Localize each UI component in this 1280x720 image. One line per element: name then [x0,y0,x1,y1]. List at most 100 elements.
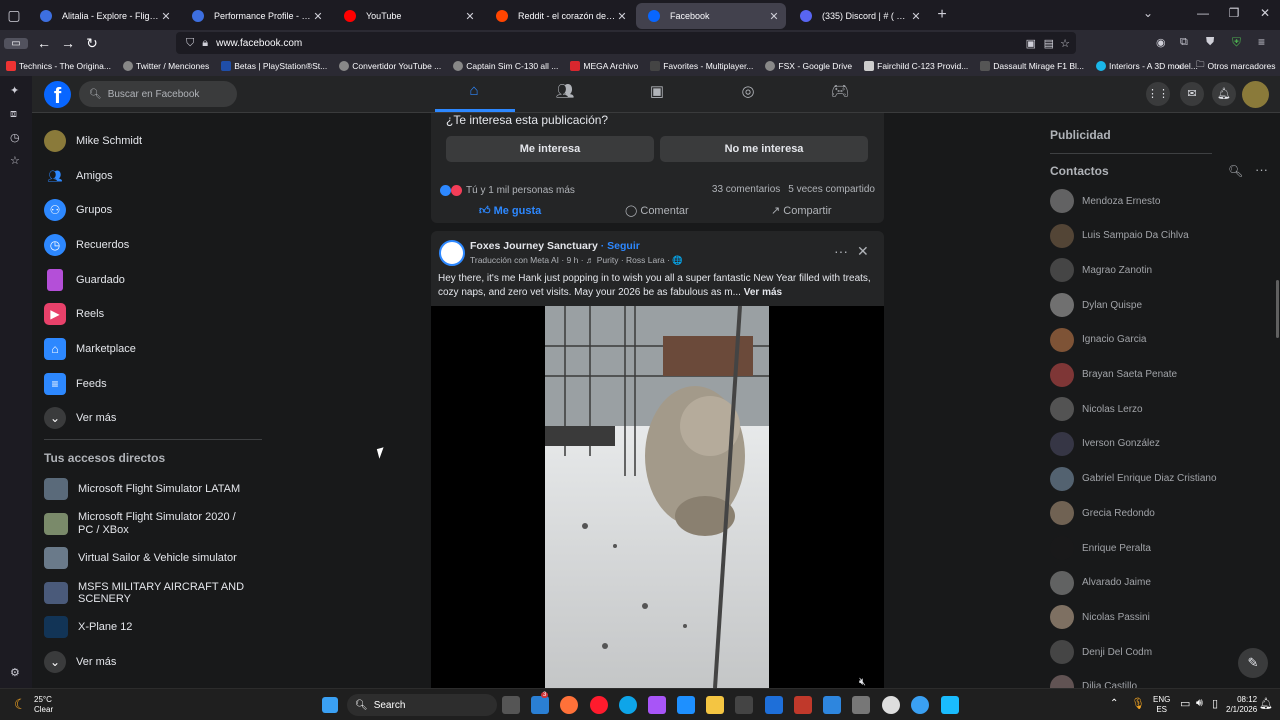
messenger-icon[interactable]: ✉ [1180,82,1204,106]
more-options-icon[interactable]: ··· [1255,162,1268,177]
app-icon[interactable] [911,696,929,714]
taskbar-search[interactable]: 🔍︎ Search [347,694,497,716]
scrollbar-thumb[interactable] [1276,280,1279,338]
app-icon[interactable] [882,696,900,714]
not-interested-button[interactable]: No me interesa [660,136,868,162]
sidebar-toggle-icon[interactable]: ▭ [4,37,28,49]
shortcut-item[interactable]: Microsoft Flight Simulator 2020 / PC / X… [44,509,274,539]
nav-item-profile[interactable]: Mike Schmidt [44,126,274,156]
contact-item[interactable]: Denji Del Codm [1050,637,1152,667]
firefox-icon[interactable] [560,696,578,714]
browser-tab[interactable]: YouTube ✕ [332,3,482,29]
profile-avatar[interactable] [1242,81,1269,108]
forward-icon[interactable]: → [56,35,80,51]
nav-item-see-more[interactable]: ⌄ Ver más [44,403,274,433]
shortcuts-see-more[interactable]: ⌄ Ver más [44,647,274,677]
see-more-link[interactable]: Ver más [744,287,782,298]
nav-item-marketplace[interactable]: ⌂ Marketplace [44,334,274,364]
nav-groups-icon[interactable]: ◎ [728,82,768,100]
contact-item[interactable]: Gabriel Enrique Diaz Cristiano [1050,464,1217,494]
bookmark-item[interactable]: Captain Sim C-130 all ... [453,61,558,71]
more-bookmarks-chevron-icon[interactable]: » [1177,61,1182,71]
tab-close-icon[interactable]: ✕ [312,10,324,23]
tray-chevron-icon[interactable]: ⌃ [1110,698,1118,709]
weather-moon-icon[interactable]: ☾ [14,696,27,713]
sidebar-settings-gear-icon[interactable]: ⚙ [10,666,20,679]
reactions-summary[interactable]: Tú y 1 mil personas más [440,185,575,196]
close-icon[interactable]: ✕ [857,243,869,260]
contact-item[interactable]: Grecia Redondo [1050,498,1155,528]
contact-item[interactable]: Mendoza Ernesto [1050,186,1160,216]
bookmark-item[interactable]: Dassault Mirage F1 Bl... [980,61,1084,71]
bookmark-item[interactable]: Interiors - A 3D model... [1096,61,1198,71]
tab-list-chevron-icon[interactable]: ⌄ [1133,6,1163,20]
opera-icon[interactable] [590,696,608,714]
picture-in-picture-icon[interactable]: ▣ [1026,37,1036,50]
bookmark-item[interactable]: Favorites - Multiplayer... [650,61,753,71]
comments-count[interactable]: 33 comentarios [712,184,780,195]
like-button[interactable]: 👍︎ Me gusta [479,204,541,217]
clock[interactable]: 08:12 2/1/2026 [1226,695,1257,715]
lock-icon[interactable]: 🔒︎ [202,37,208,50]
browser-tab[interactable]: Reddit - el corazón de la conve✕ [484,3,634,29]
microphone-icon[interactable]: 🎙︎ [1131,697,1145,710]
share-button[interactable]: ↗ Compartir [771,204,832,217]
battery-icon[interactable]: ▯ [1212,697,1218,710]
windows-start-icon[interactable] [322,697,338,713]
shortcut-item[interactable]: MSFS MILITARY AIRCRAFT AND SCENERY [44,578,274,608]
nav-home-icon[interactable]: ⌂ [454,82,494,99]
bookmark-star-icon[interactable]: ☆ [1060,37,1070,50]
edge-icon[interactable] [619,696,637,714]
url-bar[interactable]: ⛉ 🔒︎ www.facebook.com ▣ ▤ ☆ [176,32,1076,54]
tab-close-icon[interactable]: ✕ [464,10,476,23]
nav-item-reels[interactable]: ▶ Reels [44,299,274,329]
store-icon[interactable] [735,696,753,714]
shortcut-item[interactable]: Microsoft Flight Simulator LATAM [44,474,274,504]
tab-close-icon[interactable]: ✕ [616,10,628,23]
contact-item[interactable]: Dylan Quispe [1050,290,1142,320]
mail-app-icon[interactable] [531,696,549,714]
nav-item-groups[interactable]: ⚇ Grupos [44,195,274,225]
tab-close-icon[interactable]: ✕ [160,10,172,23]
contact-item[interactable]: Luis Sampaio Da Cihlva [1050,221,1189,251]
shield-extension-icon[interactable]: ⛊ [1206,36,1214,49]
menu-grid-icon[interactable]: ⋮⋮ [1146,82,1170,106]
nav-video-icon[interactable]: ▣ [637,82,677,100]
tab-close-icon[interactable]: ✕ [768,10,780,23]
bookmark-item[interactable]: FSX - Google Drive [765,61,852,71]
contact-item[interactable]: Iverson González [1050,429,1160,459]
reload-icon[interactable]: ↻ [80,35,104,52]
history-icon[interactable]: ◷ [10,131,20,144]
video-player[interactable]: 🔇︎ [431,305,884,689]
more-options-icon[interactable]: ··· [834,243,848,259]
new-message-compose-icon[interactable]: ✎ [1238,648,1268,678]
browser-tab[interactable]: Alitalia - Explore - Flightsim.to✕ [28,3,178,29]
bookmark-item[interactable]: MEGA Archivo [570,61,638,71]
contact-item[interactable]: Brayan Saeta Penate [1050,360,1177,390]
browser-tab-active[interactable]: Facebook ✕ [636,3,786,29]
facebook-logo[interactable]: f [44,81,71,108]
notifications-bell-icon[interactable]: 🔔︎ [1212,82,1236,106]
contact-item[interactable]: Enrique Peralta [1050,533,1151,563]
extension-icon[interactable]: ◉ [1156,36,1166,49]
app-icon[interactable] [941,696,959,714]
menu-icon[interactable]: ≡ [1258,35,1265,49]
contact-item[interactable]: Nicolas Passini [1050,602,1150,632]
file-explorer-icon[interactable] [706,696,724,714]
app-icon[interactable] [823,696,841,714]
shield-icon[interactable]: ⛉ [186,37,194,50]
browser-tab[interactable]: Performance Profile - Explore -✕ [180,3,330,29]
nav-item-feeds[interactable]: ≡ Feeds [44,369,274,399]
search-contacts-icon[interactable]: 🔍︎ [1228,164,1243,178]
bookmark-item[interactable]: Twitter / Menciones [122,61,209,71]
shortcut-item[interactable]: Virtual Sailor & Vehicle simulator [44,543,274,573]
contact-item[interactable]: Ignacio Garcia [1050,325,1146,355]
nav-gaming-icon[interactable]: 🎮︎ [820,82,860,100]
contact-item[interactable]: Nicolas Lerzo [1050,394,1143,424]
other-bookmarks[interactable]: 🗀︎ Otros marcadores [1196,59,1276,73]
nav-item-saved[interactable]: Guardado [44,265,274,295]
notifications-icon[interactable]: 🔔︎ [1259,697,1273,710]
nav-friends-icon[interactable]: 👥︎ [545,82,585,100]
shortcut-item[interactable]: X-Plane 12 [44,612,274,642]
new-tab-icon[interactable]: + [928,6,956,24]
